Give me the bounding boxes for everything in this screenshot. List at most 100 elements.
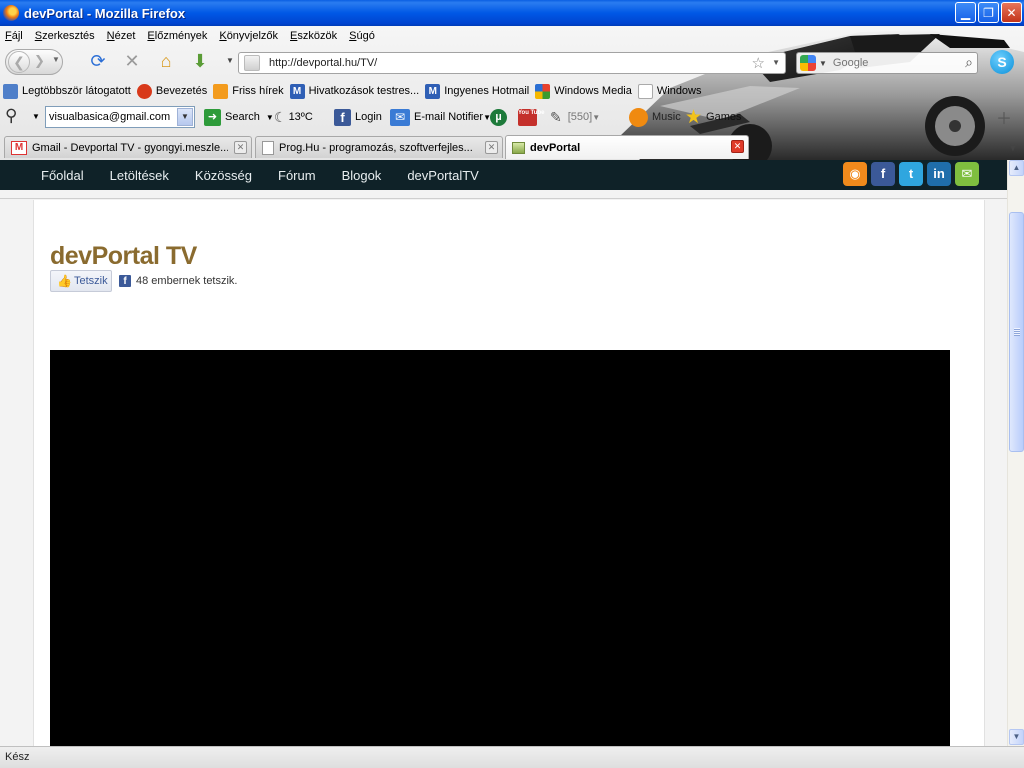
nav-home[interactable]: Főoldal xyxy=(41,168,84,183)
facebook-icon: f xyxy=(334,108,351,126)
scroll-up-button[interactable]: ▲ xyxy=(1009,160,1024,176)
site-identity-icon[interactable] xyxy=(244,55,260,71)
moon-icon: ☾ xyxy=(274,108,287,125)
toolbar-search-icon[interactable]: ⚲ xyxy=(5,106,17,126)
nav-forum[interactable]: Fórum xyxy=(278,168,316,183)
url-history-dropdown-icon[interactable]: ▼ xyxy=(772,58,780,67)
menu-bookmarks[interactable]: Könyvjelzők xyxy=(219,30,278,42)
page-title: devPortal TV xyxy=(50,242,197,270)
bookmark-item[interactable]: M Hivatkozások testres... xyxy=(289,83,419,99)
tab-devportal[interactable]: devPortal ✕ xyxy=(505,135,749,159)
email-select[interactable]: visualbasica@gmail.com ▼ xyxy=(45,106,195,128)
firefox-icon xyxy=(3,5,19,21)
menu-tools[interactable]: Eszközök xyxy=(290,30,337,42)
bookmark-item[interactable]: Windows xyxy=(637,83,702,99)
search-bar[interactable]: ▼ ⌕ xyxy=(796,52,978,74)
gmail-icon: M xyxy=(11,140,27,155)
back-button[interactable]: ❮ xyxy=(8,51,30,73)
tab-prog-hu[interactable]: Prog.Hu - programozás, szoftverfejles...… xyxy=(255,136,503,158)
skype-icon[interactable]: S xyxy=(990,50,1014,74)
address-bar[interactable]: http://devportal.hu/TV/ ☆ ▼ xyxy=(238,52,786,74)
tab-list-dropdown-icon[interactable]: ▼ xyxy=(1004,138,1022,158)
bookmark-item[interactable]: M Ingyenes Hotmail xyxy=(425,83,529,99)
minimize-button[interactable]: ▁ xyxy=(955,2,976,23)
social-links: ◉ f t in ✉ xyxy=(843,162,979,186)
facebook-icon[interactable]: f xyxy=(871,162,895,186)
bookmark-item[interactable]: Friss hírek xyxy=(213,83,284,99)
games-button[interactable]: ★ Games xyxy=(685,107,742,128)
search-input[interactable] xyxy=(832,57,953,69)
search-dropdown-icon[interactable]: ▼ xyxy=(266,113,274,122)
tab-gmail[interactable]: M Gmail - Devportal TV - gyongyi.meszle.… xyxy=(4,136,252,158)
search-go-icon[interactable]: ⌕ xyxy=(965,54,973,71)
add-toolbar-button[interactable]: ＋ xyxy=(996,107,1012,128)
bookmark-star-icon[interactable]: ☆ xyxy=(752,54,765,72)
toolbar-menu-dropdown-icon[interactable]: ▼ xyxy=(32,112,40,121)
forward-button[interactable]: ❯ xyxy=(34,53,45,69)
download-icon[interactable]: ⬇ xyxy=(190,51,210,71)
email-icon[interactable]: ✉ xyxy=(955,162,979,186)
vertical-scrollbar[interactable]: ▲ ▼ xyxy=(1007,160,1024,746)
download-dropdown-icon[interactable]: ▼ xyxy=(220,51,240,71)
engine-dropdown-icon[interactable]: ▼ xyxy=(819,59,827,68)
weather-widget[interactable]: ☾ 13ºC xyxy=(274,107,313,127)
twitter-icon[interactable]: t xyxy=(899,162,923,186)
nav-blogs[interactable]: Blogok xyxy=(342,168,382,183)
music-button[interactable]: Music xyxy=(629,107,681,127)
close-tab-button[interactable]: ✕ xyxy=(234,141,247,154)
history-dropdown-icon[interactable]: ▼ xyxy=(52,55,60,64)
nav-downloads[interactable]: Letöltések xyxy=(110,168,169,183)
thumbs-up-icon: 👍 xyxy=(57,274,72,288)
menu-help[interactable]: Súgó xyxy=(349,30,375,42)
chevron-down-icon[interactable]: ▼ xyxy=(177,108,193,126)
home-icon[interactable]: ⌂ xyxy=(156,51,176,71)
like-button[interactable]: 👍 Tetszik xyxy=(50,270,112,292)
counter-button[interactable]: ✎ [550] ▼ xyxy=(550,107,600,127)
menu-file[interactable]: Fájl xyxy=(5,30,23,42)
nav-devportaltv[interactable]: devPortalTV xyxy=(407,168,479,183)
video-player[interactable] xyxy=(50,350,950,746)
email-select-value: visualbasica@gmail.com xyxy=(49,111,171,123)
scroll-grip xyxy=(1014,328,1020,336)
bookmark-item[interactable]: Legtöbbször látogatott xyxy=(3,83,131,99)
menu-history[interactable]: Előzmények xyxy=(147,30,207,42)
bookmark-item[interactable]: Windows Media xyxy=(535,83,632,99)
nav-community[interactable]: Közösség xyxy=(195,168,252,183)
divider xyxy=(0,198,1007,199)
windows-icon xyxy=(535,83,551,99)
menu-bar: Fájl Szerkesztés Nézet Előzmények Könyvj… xyxy=(0,27,375,45)
close-tab-button[interactable]: ✕ xyxy=(485,141,498,154)
page-icon xyxy=(637,83,653,99)
utorrent-button[interactable]: µ xyxy=(490,107,511,127)
arrow-right-icon: ➜ xyxy=(204,108,221,126)
rss-icon xyxy=(213,83,229,99)
rss-icon[interactable]: ◉ xyxy=(843,162,867,186)
scroll-down-button[interactable]: ▼ xyxy=(1009,729,1024,745)
maximize-button[interactable]: ❐ xyxy=(978,2,999,23)
scroll-thumb[interactable] xyxy=(1009,212,1024,452)
youtube-button[interactable]: You Tube xyxy=(518,107,544,127)
close-window-button[interactable]: ✕ xyxy=(1001,2,1022,23)
menu-view[interactable]: Nézet xyxy=(107,30,136,42)
site-navigation: Főoldal Letöltések Közösség Fórum Blogok… xyxy=(0,160,1007,190)
facebook-login-button[interactable]: f Login xyxy=(334,107,382,127)
toolbar-search-button[interactable]: ➜ Search ▼ xyxy=(204,107,274,127)
close-tab-button[interactable]: ✕ xyxy=(731,140,744,153)
bookmarks-bar: Legtöbbször látogatott Bevezetés Friss h… xyxy=(0,80,708,102)
stop-icon[interactable]: ✕ xyxy=(122,51,142,71)
window-title: devPortal - Mozilla Firefox xyxy=(24,5,186,21)
menu-edit[interactable]: Szerkesztés xyxy=(35,30,95,42)
msn-icon: M xyxy=(425,83,441,99)
counter-dropdown-icon[interactable]: ▼ xyxy=(592,113,600,122)
email-notifier-button[interactable]: ✉ E-mail Notifier ▼ xyxy=(390,107,491,127)
globe-icon xyxy=(3,83,18,99)
utorrent-icon: µ xyxy=(490,108,507,126)
reload-icon[interactable]: ⟳ xyxy=(88,51,108,71)
firefox-icon xyxy=(136,83,152,99)
status-text: Kész xyxy=(5,751,30,763)
url-text[interactable]: http://devportal.hu/TV/ xyxy=(269,57,377,69)
bookmark-item[interactable]: Bevezetés xyxy=(136,83,207,99)
google-engine-icon[interactable] xyxy=(800,55,816,71)
page-viewport: Főoldal Letöltések Közösség Fórum Blogok… xyxy=(0,160,1007,746)
linkedin-icon[interactable]: in xyxy=(927,162,951,186)
